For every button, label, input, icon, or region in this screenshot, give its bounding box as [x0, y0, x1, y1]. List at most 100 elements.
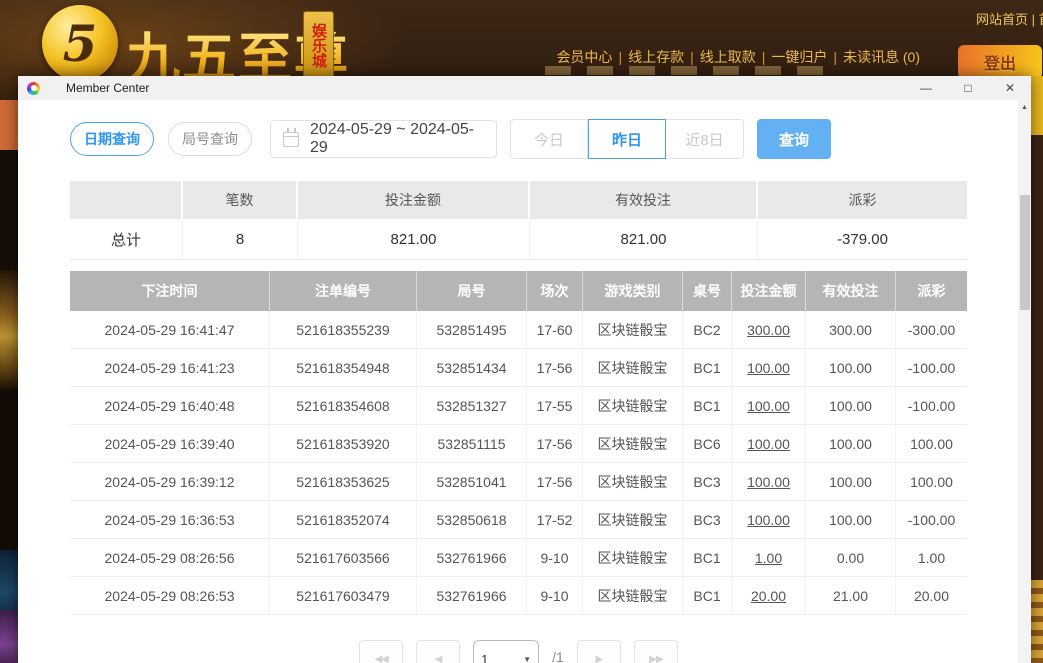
cell-session: 17-52: [527, 501, 583, 538]
bets-header-cell: 游戏类别: [583, 271, 683, 311]
bg-blue-block: [0, 550, 18, 610]
bets-table: 下注时间注单编号局号场次游戏类别桌号投注金额有效投注派彩 2024-05-29 …: [70, 271, 967, 615]
chevron-down-icon: ▼: [523, 655, 531, 663]
cell-game-type: 区块链骰宝: [583, 463, 683, 500]
bets-header-cell: 有效投注: [806, 271, 896, 311]
logo-number: 5: [63, 14, 98, 73]
bg-purple-block: [0, 610, 18, 663]
round-query-tab[interactable]: 局号查询: [168, 122, 252, 156]
bg-gold-glow: [0, 270, 18, 390]
cell-bet-id: 521618352074: [270, 501, 417, 538]
cell-payout: -100.00: [896, 387, 967, 424]
table-row: 2024-05-29 16:39:12521618353625532851041…: [70, 463, 967, 501]
bg-dark-block: [0, 150, 18, 270]
summary-header-cell: 有效投注: [530, 181, 758, 219]
cell-bet-amount[interactable]: 100.00: [732, 387, 806, 424]
account-info-clipped: [545, 66, 825, 75]
cell-table-no: BC1: [683, 387, 732, 424]
cell-bet-amount[interactable]: 20.00: [732, 577, 806, 614]
summary-header-cell: 投注金额: [298, 181, 530, 219]
prev-page-button[interactable]: ◀: [416, 640, 460, 663]
date-range-input[interactable]: 2024-05-29 ~ 2024-05-29: [270, 120, 497, 158]
cell-session: 17-55: [527, 387, 583, 424]
cell-round-id: 532851041: [417, 463, 527, 500]
cell-bet-time: 2024-05-29 16:40:48: [70, 387, 270, 424]
cell-payout: 20.00: [896, 577, 967, 614]
cell-game-type: 区块链骰宝: [583, 501, 683, 538]
nav-item-2[interactable]: 线上存款: [628, 49, 684, 65]
nav-separator: |: [612, 49, 628, 65]
yesterday-button[interactable]: 昨日: [588, 119, 666, 159]
cell-session: 17-60: [527, 311, 583, 348]
cell-payout: 1.00: [896, 539, 967, 576]
window-body: 日期查询 局号查询 2024-05-29 ~ 2024-05-29 今日 昨日 …: [18, 100, 1031, 663]
site-logo: 5: [42, 5, 118, 81]
first-page-button[interactable]: ◀◀: [359, 640, 403, 663]
nav-item-4[interactable]: 一键归户: [771, 49, 827, 65]
calendar-icon: [283, 132, 299, 147]
cell-table-no: BC3: [683, 501, 732, 538]
cell-bet-amount[interactable]: 300.00: [732, 311, 806, 348]
nav-separator: |: [756, 49, 772, 65]
window-titlebar[interactable]: Member Center — □ ✕: [18, 76, 1031, 100]
bets-header-cell: 场次: [527, 271, 583, 311]
close-button[interactable]: ✕: [989, 76, 1031, 100]
cell-round-id: 532851495: [417, 311, 527, 348]
cell-game-type: 区块链骰宝: [583, 425, 683, 462]
cell-bet-amount[interactable]: 100.00: [732, 463, 806, 500]
today-button[interactable]: 今日: [510, 119, 588, 159]
nav-item-5[interactable]: 未读讯息 (0): [843, 49, 920, 65]
table-row: 2024-05-29 16:39:40521618353920532851115…: [70, 425, 967, 463]
scrollbar-thumb[interactable]: [1020, 195, 1030, 310]
member-center-window: Member Center — □ ✕ 日期查询 局号查询 2024-05-29…: [18, 76, 1031, 663]
cell-table-no: BC2: [683, 311, 732, 348]
next-page-button[interactable]: ▶: [577, 640, 621, 663]
filter-bar: 日期查询 局号查询 2024-05-29 ~ 2024-05-29 今日 昨日 …: [70, 119, 831, 159]
cell-bet-id: 521618354608: [270, 387, 417, 424]
cell-bet-amount[interactable]: 100.00: [732, 425, 806, 462]
last-page-button[interactable]: ▶▶: [634, 640, 678, 663]
cell-valid-bet: 100.00: [806, 463, 896, 500]
window-controls: — □ ✕: [905, 76, 1031, 100]
cell-table-no: BC1: [683, 349, 732, 386]
maximize-button[interactable]: □: [947, 76, 989, 100]
cell-bet-amount[interactable]: 100.00: [732, 349, 806, 386]
nav-item-3[interactable]: 线上取款: [700, 49, 756, 65]
bets-header-cell: 下注时间: [70, 271, 270, 311]
bets-header-cell: 派彩: [896, 271, 967, 311]
page-select[interactable]: 1 ▼: [473, 640, 539, 663]
page-total-label: /1: [552, 649, 564, 663]
cell-bet-time: 2024-05-29 16:41:23: [70, 349, 270, 386]
cell-bet-amount[interactable]: 1.00: [732, 539, 806, 576]
search-button[interactable]: 查询: [757, 119, 831, 159]
summary-value-cell: 总计: [70, 219, 183, 259]
vertical-scrollbar[interactable]: ▲: [1018, 100, 1031, 663]
last8days-button[interactable]: 近8日: [666, 119, 744, 159]
summary-value-cell: 821.00: [530, 219, 758, 259]
date-range-value: 2024-05-29 ~ 2024-05-29: [310, 121, 484, 157]
cell-session: 17-56: [527, 463, 583, 500]
cell-valid-bet: 100.00: [806, 501, 896, 538]
background-right-strip: [1031, 76, 1043, 663]
cell-session: 9-10: [527, 539, 583, 576]
bets-body: 2024-05-29 16:41:47521618355239532851495…: [70, 311, 967, 615]
cell-payout: -100.00: [896, 349, 967, 386]
site-home-links[interactable]: 网站首页 | 首: [976, 9, 1043, 28]
cell-session: 17-56: [527, 349, 583, 386]
date-query-tab[interactable]: 日期查询: [70, 122, 154, 156]
minimize-button[interactable]: —: [905, 76, 947, 100]
cell-bet-time: 2024-05-29 16:41:47: [70, 311, 270, 348]
cell-table-no: BC3: [683, 463, 732, 500]
cell-bet-time: 2024-05-29 16:39:12: [70, 463, 270, 500]
cell-session: 9-10: [527, 577, 583, 614]
nav-item-1[interactable]: 会员中心: [556, 49, 612, 65]
scroll-up-icon[interactable]: ▲: [1018, 100, 1031, 115]
nav-separator: |: [827, 49, 843, 65]
table-row: 2024-05-29 16:41:23521618354948532851434…: [70, 349, 967, 387]
cell-bet-time: 2024-05-29 16:36:53: [70, 501, 270, 538]
cell-bet-amount[interactable]: 100.00: [732, 501, 806, 538]
summary-header-cell: [70, 181, 183, 219]
summary-table: 笔数投注金额有效投注派彩 总计8821.00821.00-379.00: [70, 181, 967, 260]
cell-payout: -100.00: [896, 501, 967, 538]
logout-button[interactable]: 登出: [958, 45, 1042, 79]
